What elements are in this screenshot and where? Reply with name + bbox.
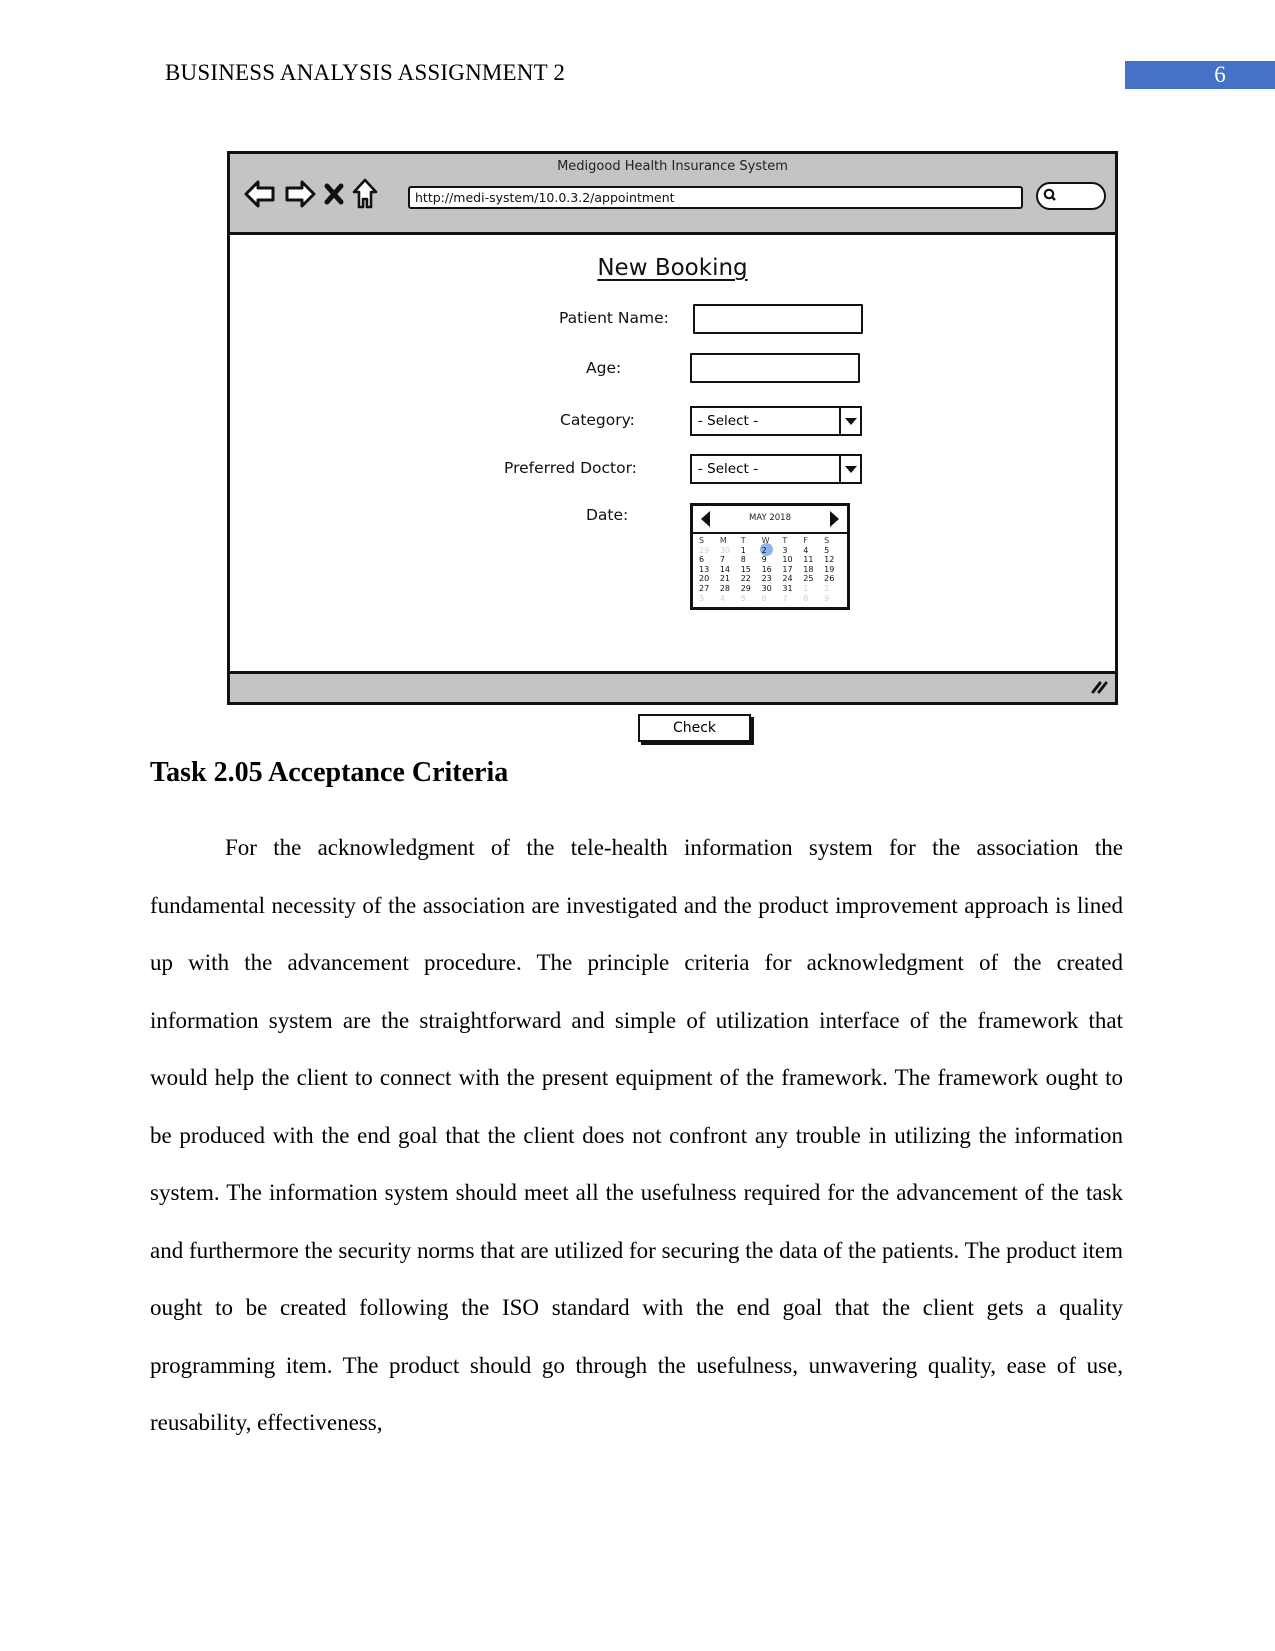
calendar-day[interactable]: 11 [801, 555, 822, 565]
close-x-icon[interactable] [324, 182, 344, 206]
age-label: Age: [586, 359, 622, 377]
calendar-day[interactable]: 4 [801, 546, 822, 556]
calendar-day[interactable]: 18 [801, 565, 822, 575]
calendar-day[interactable]: 8 [739, 555, 760, 565]
calendar-header: MAY 2018 [693, 506, 847, 534]
calendar-day[interactable]: 3 [697, 594, 718, 604]
calendar-day[interactable]: 28 [718, 584, 739, 594]
window-title: Medigood Health Insurance System [557, 159, 788, 174]
form-title: New Booking [597, 255, 748, 281]
calendar-day[interactable]: 6 [760, 594, 781, 604]
calendar-day[interactable]: 30 [718, 546, 739, 556]
calendar-day-selected[interactable]: 2 [759, 542, 781, 556]
check-button[interactable]: Check [638, 714, 751, 742]
chevron-down-icon[interactable] [839, 408, 860, 434]
back-arrow-icon[interactable] [244, 179, 276, 209]
calendar-day[interactable]: 23 [760, 574, 781, 584]
nav-icon-group [244, 178, 378, 210]
calendar-day[interactable]: 7 [718, 555, 739, 565]
chevron-down-icon[interactable] [839, 456, 860, 482]
calendar-day[interactable]: 9 [760, 555, 781, 565]
body-paragraph: For the acknowledgment of the tele-healt… [150, 835, 1123, 1435]
category-label: Category: [560, 411, 635, 429]
weekday-label: F [803, 536, 808, 545]
page-number: 6 [1214, 62, 1226, 87]
calendar-day[interactable]: 26 [822, 574, 843, 584]
weekday-label: M [719, 536, 727, 545]
patient-name-input[interactable] [693, 304, 863, 334]
section-heading: Task 2.05 Acceptance Criteria [150, 757, 509, 788]
running-head: BUSINESS ANALYSIS ASSIGNMENT 2 [165, 60, 566, 85]
calendar-day[interactable]: 27 [697, 584, 718, 594]
calendar-day[interactable]: 1 [739, 546, 760, 556]
date-label: Date: [586, 506, 629, 524]
wireframe-browser-window: Medigood Health Insurance System http://… [227, 151, 1118, 742]
calendar-day[interactable]: 22 [739, 574, 760, 584]
page-number-badge: 6 [1125, 61, 1275, 89]
calendar-day[interactable]: 15 [739, 565, 760, 575]
calendar-day[interactable]: 5 [822, 546, 843, 556]
calendar-day[interactable]: 25 [801, 574, 822, 584]
calendar-day[interactable]: 8 [801, 594, 822, 604]
home-icon[interactable] [352, 178, 378, 210]
calendar-day[interactable]: 12 [822, 555, 843, 565]
calendar-day[interactable]: 29 [739, 584, 760, 594]
calendar-day[interactable]: 14 [718, 565, 739, 575]
weekday-label: T [740, 536, 746, 545]
calendar-day[interactable]: 24 [780, 574, 801, 584]
calendar-day[interactable]: 9 [822, 594, 843, 604]
next-month-icon[interactable] [830, 511, 839, 527]
search-box[interactable] [1036, 182, 1106, 210]
calendar-day[interactable]: 21 [718, 574, 739, 584]
calendar-grid: S M T W T F S 29 30 1 2 3 4 5 6 7 8 9 10 11 12 13 14 15 16 17 18 19… [697, 536, 843, 603]
weekday-label: S [699, 536, 705, 545]
resize-grip-icon[interactable] [1091, 680, 1109, 694]
calendar-day[interactable]: 2 [822, 584, 843, 594]
calendar-day[interactable]: 13 [697, 565, 718, 575]
weekday-label: T [782, 536, 788, 545]
calendar-month: MAY 2018 [748, 513, 791, 523]
calendar-day[interactable]: 1 [801, 584, 822, 594]
browser-toolbar: Medigood Health Insurance System http://… [230, 154, 1115, 235]
calendar-day[interactable]: 16 [760, 565, 781, 575]
calendar-day[interactable]: 7 [780, 594, 801, 604]
calendar-day[interactable]: 17 [780, 565, 801, 575]
weekday-label: S [824, 536, 830, 545]
calendar-day[interactable]: 4 [718, 594, 739, 604]
forward-arrow-icon[interactable] [284, 179, 316, 209]
url-bar[interactable]: http://medi-system/10.0.3.2/appointment [408, 186, 1023, 209]
patient-name-label: Patient Name: [559, 309, 669, 327]
age-input[interactable] [690, 353, 860, 383]
form-area: New Booking Patient Name: Age: Category:… [230, 235, 1115, 742]
calendar-day[interactable]: 30 [760, 584, 781, 594]
calendar-day[interactable]: 20 [697, 574, 718, 584]
preferred-doctor-select[interactable]: - Select - [690, 454, 862, 484]
calendar-day[interactable]: 10 [780, 555, 801, 565]
calendar-day[interactable]: 29 [697, 546, 718, 556]
date-picker-calendar[interactable]: MAY 2018 S M T W T F S 29 30 1 2 3 4 5 6 7 8 9 10 11 12 13 14 1… [690, 503, 850, 610]
calendar-day[interactable]: 19 [822, 565, 843, 575]
calendar-day[interactable]: 31 [780, 584, 801, 594]
category-select[interactable]: - Select - [690, 406, 862, 436]
preferred-doctor-select-value: - Select - [698, 461, 758, 477]
calendar-day[interactable]: 3 [780, 546, 801, 556]
calendar-day[interactable]: 6 [697, 555, 718, 565]
status-bar [230, 671, 1115, 702]
calendar-day[interactable]: 5 [739, 594, 760, 604]
preferred-doctor-label: Preferred Doctor: [504, 459, 637, 477]
search-icon [1043, 188, 1056, 201]
category-select-value: - Select - [698, 413, 758, 429]
